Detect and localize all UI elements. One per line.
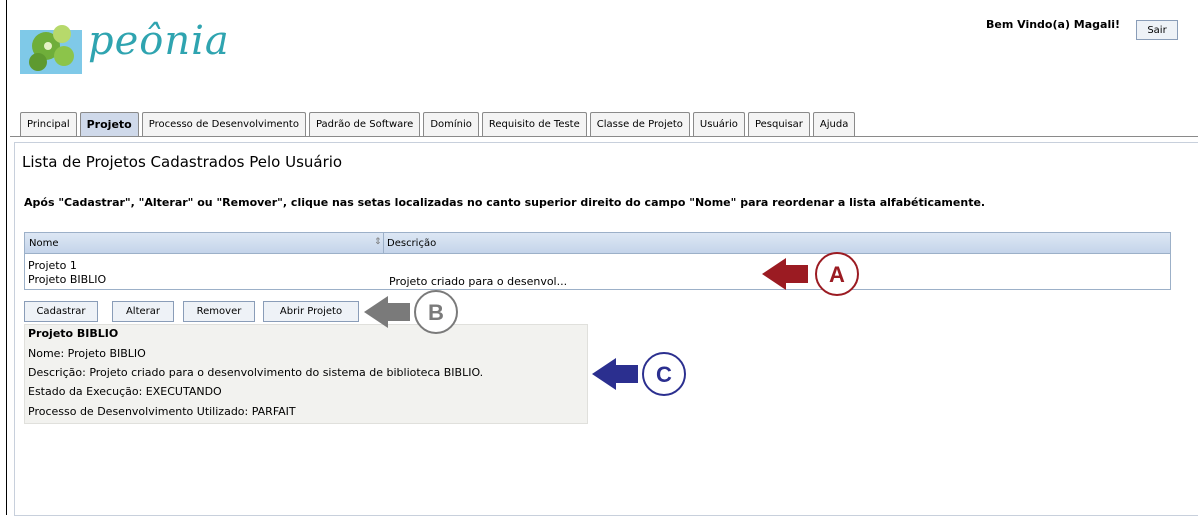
column-divider: [383, 233, 384, 253]
tab-dominio[interactable]: Domínio: [423, 112, 479, 136]
details-descricao: Descrição: Projeto criado para o desenvo…: [28, 366, 484, 379]
column-header-nome[interactable]: Nome: [29, 233, 369, 253]
left-arrow-icon: [762, 258, 808, 290]
logout-button[interactable]: Sair: [1136, 20, 1178, 40]
cadastrar-button[interactable]: Cadastrar: [24, 301, 98, 322]
page-title: Lista de Projetos Cadastrados Pelo Usuár…: [22, 153, 343, 171]
table-row-descricao[interactable]: Projeto criado para o desenvol...: [389, 275, 567, 288]
main-tabs: Principal Projeto Processo de Desenvolvi…: [20, 112, 856, 137]
sort-arrows-icon[interactable]: ⇕: [374, 237, 382, 247]
tab-padrao-de-software[interactable]: Padrão de Software: [308, 112, 421, 136]
annotation-label-c: C: [656, 362, 672, 387]
tab-ajuda[interactable]: Ajuda: [812, 112, 856, 136]
left-arrow-icon: [364, 296, 410, 328]
tab-classe-de-projeto[interactable]: Classe de Projeto: [589, 112, 690, 136]
annotation-c: C: [592, 352, 686, 396]
welcome-text: Bem Vindo(a) Magali!: [986, 18, 1121, 31]
table-header: Nome ⇕ Descrição: [25, 233, 1170, 254]
abrir-projeto-button[interactable]: Abrir Projeto: [263, 301, 359, 322]
alterar-button[interactable]: Alterar: [112, 301, 174, 322]
instruction-text: Após "Cadastrar", "Alterar" ou "Remover"…: [24, 196, 986, 209]
details-processo: Processo de Desenvolvimento Utilizado: P…: [28, 405, 296, 418]
annotation-a: A: [762, 252, 859, 296]
tab-bar-divider: [10, 136, 1198, 137]
annotation-label-a: A: [829, 262, 845, 287]
tab-requisito-de-teste[interactable]: Requisito de Teste: [481, 112, 587, 136]
details-nome: Nome: Projeto BIBLIO: [28, 347, 146, 360]
table-row-nome[interactable]: Projeto BIBLIO: [28, 273, 106, 286]
details-estado: Estado da Execução: EXECUTANDO: [28, 385, 222, 398]
tab-projeto[interactable]: Projeto: [79, 112, 139, 136]
project-details-panel: Projeto BIBLIO Nome: Projeto BIBLIO Desc…: [24, 324, 588, 424]
logo-text: peônia: [88, 18, 230, 64]
left-arrow-icon: [592, 358, 638, 390]
annotation-label-b: B: [428, 300, 444, 325]
tab-processo-de-desenvolvimento[interactable]: Processo de Desenvolvimento: [141, 112, 306, 136]
tab-pesquisar[interactable]: Pesquisar: [747, 112, 810, 136]
remover-button[interactable]: Remover: [183, 301, 255, 322]
tab-usuario[interactable]: Usuário: [692, 112, 745, 136]
details-heading: Projeto BIBLIO: [28, 327, 119, 340]
annotation-b: B: [364, 290, 458, 334]
table-row-nome[interactable]: Projeto 1: [28, 259, 77, 272]
column-header-descricao[interactable]: Descrição: [387, 233, 787, 253]
window-left-border: [6, 0, 7, 515]
projects-table: Nome ⇕ Descrição Projeto 1 Projeto BIBLI…: [24, 232, 1171, 290]
tab-principal[interactable]: Principal: [20, 112, 77, 136]
